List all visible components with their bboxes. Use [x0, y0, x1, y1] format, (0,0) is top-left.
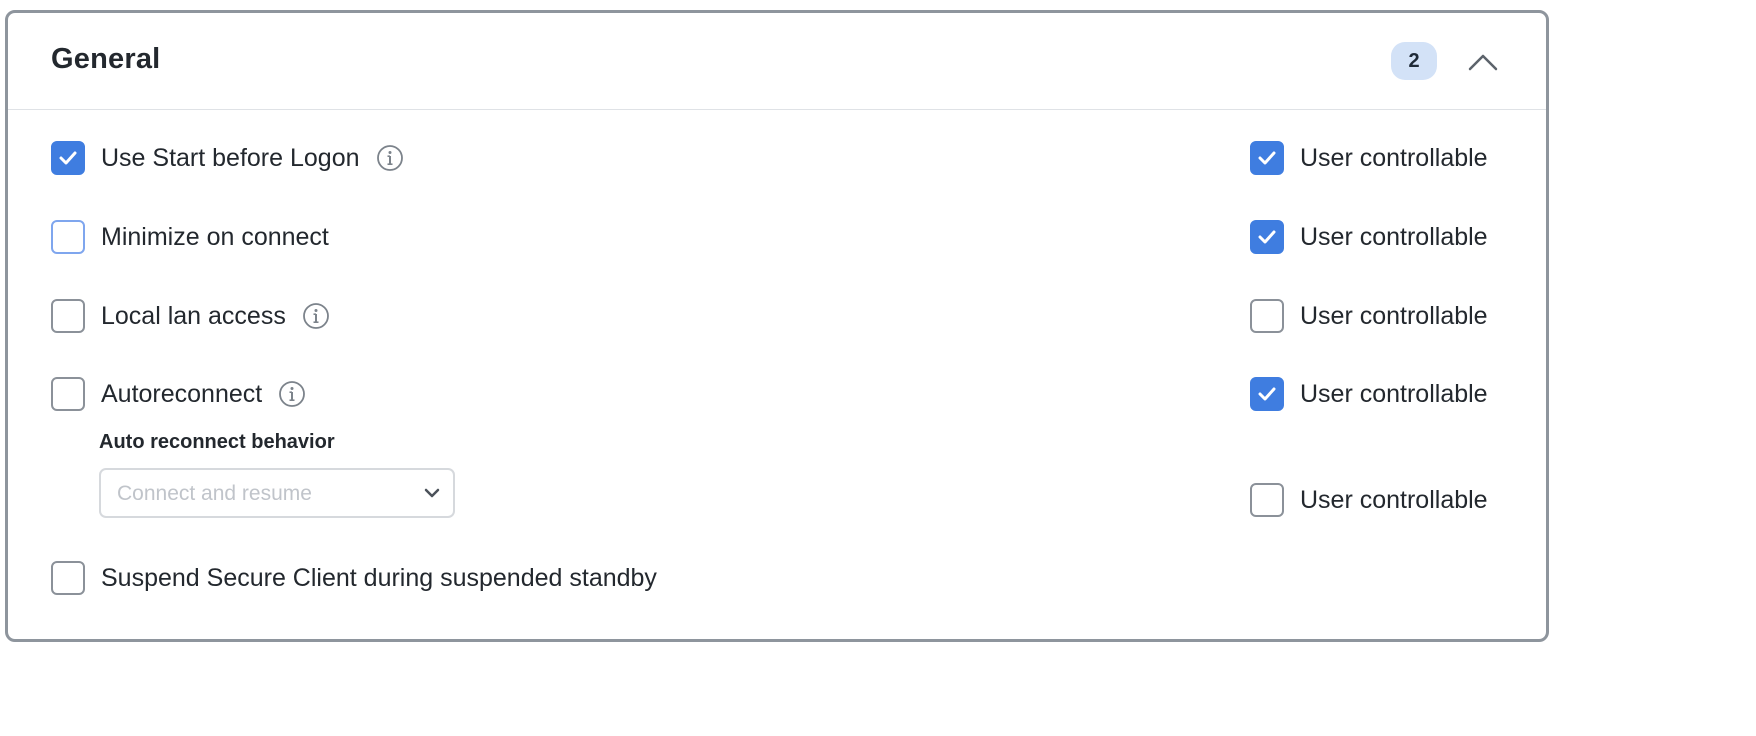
user-controllable-label: User controllable — [1300, 143, 1488, 172]
autoreconnect-label: Autoreconnect — [101, 379, 263, 408]
select-value: Connect and resume — [117, 482, 312, 505]
suspend-secure-client-checkbox[interactable] — [51, 561, 85, 595]
info-icon[interactable] — [376, 144, 404, 172]
user-controllable-checkbox[interactable] — [1250, 141, 1284, 175]
user-controllable-row-2: User controllable — [1250, 220, 1488, 254]
user-controllable-row-behavior: User controllable — [1250, 483, 1488, 517]
start-before-logon-label: Use Start before Logon — [101, 143, 360, 172]
auto-reconnect-behavior-select[interactable]: Connect and resume — [99, 468, 455, 518]
checkmark-icon — [59, 151, 77, 165]
local-lan-access-checkbox[interactable] — [51, 299, 85, 333]
option-row-minimize-on-connect: Minimize on connect — [51, 220, 329, 254]
minimize-on-connect-checkbox[interactable] — [51, 220, 85, 254]
user-controllable-label: User controllable — [1300, 301, 1488, 330]
option-row-suspend-secure-client: Suspend Secure Client during suspended s… — [51, 561, 657, 595]
start-before-logon-checkbox[interactable] — [51, 141, 85, 175]
user-controllable-row-3: User controllable — [1250, 299, 1488, 333]
option-row-local-lan-access: Local lan access — [51, 299, 330, 333]
suspend-secure-client-label: Suspend Secure Client during suspended s… — [101, 563, 657, 592]
collapse-button[interactable] — [1466, 49, 1500, 75]
checkmark-icon — [1258, 230, 1276, 244]
checkmark-icon — [1258, 151, 1276, 165]
section-title: General — [51, 43, 161, 75]
local-lan-access-label: Local lan access — [101, 301, 286, 330]
user-controllable-row-1: User controllable — [1250, 141, 1488, 175]
user-controllable-checkbox[interactable] — [1250, 299, 1284, 333]
user-controllable-checkbox[interactable] — [1250, 483, 1284, 517]
count-badge: 2 — [1391, 42, 1437, 80]
autoreconnect-checkbox[interactable] — [51, 377, 85, 411]
minimize-on-connect-label: Minimize on connect — [101, 222, 329, 251]
option-row-start-before-logon: Use Start before Logon — [51, 141, 404, 175]
user-controllable-label: User controllable — [1300, 485, 1488, 514]
info-icon[interactable] — [278, 380, 306, 408]
user-controllable-label: User controllable — [1300, 222, 1488, 251]
auto-reconnect-behavior-label: Auto reconnect behavior — [99, 431, 335, 453]
option-row-autoreconnect: Autoreconnect — [51, 377, 306, 411]
info-icon[interactable] — [302, 302, 330, 330]
user-controllable-checkbox[interactable] — [1250, 220, 1284, 254]
checkmark-icon — [1258, 387, 1276, 401]
chevron-down-icon — [424, 488, 440, 498]
user-controllable-checkbox[interactable] — [1250, 377, 1284, 411]
section-header[interactable]: General 2 — [8, 13, 1546, 110]
chevron-up-icon — [1468, 54, 1498, 71]
general-section-panel: General 2 Use Start before Logon User co… — [5, 10, 1549, 642]
user-controllable-label: User controllable — [1300, 379, 1488, 408]
user-controllable-row-4: User controllable — [1250, 377, 1488, 411]
